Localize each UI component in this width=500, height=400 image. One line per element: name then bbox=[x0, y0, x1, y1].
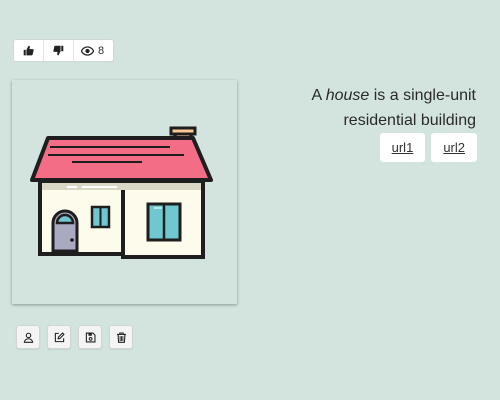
edit-icon bbox=[54, 331, 65, 342]
edit-button[interactable] bbox=[47, 325, 71, 349]
save-button[interactable] bbox=[78, 325, 102, 349]
description-emphasis: house bbox=[325, 87, 370, 104]
url2-button[interactable]: url2 bbox=[431, 133, 477, 162]
link-buttons: url1 url2 bbox=[379, 133, 477, 162]
user-button[interactable] bbox=[16, 325, 40, 349]
vote-toolbar: 8 bbox=[13, 39, 115, 62]
like-button[interactable] bbox=[14, 40, 44, 61]
delete-button[interactable] bbox=[109, 325, 133, 349]
thumbs-down-icon bbox=[53, 45, 64, 56]
trash-icon bbox=[116, 332, 126, 343]
dislike-button[interactable] bbox=[44, 40, 74, 61]
image-card bbox=[12, 80, 237, 304]
user-icon bbox=[23, 332, 33, 343]
url1-button[interactable]: url1 bbox=[379, 133, 426, 162]
description-prefix: A bbox=[311, 87, 326, 104]
views-count: 8 bbox=[98, 44, 105, 57]
action-bar bbox=[16, 325, 133, 349]
description: A house is a single-unit residential bui… bbox=[256, 83, 476, 133]
eye-icon bbox=[81, 45, 94, 56]
views-indicator: 8 bbox=[74, 40, 113, 61]
thumbs-up-icon bbox=[23, 45, 34, 56]
house-illustration bbox=[30, 126, 213, 259]
save-icon bbox=[85, 331, 96, 343]
